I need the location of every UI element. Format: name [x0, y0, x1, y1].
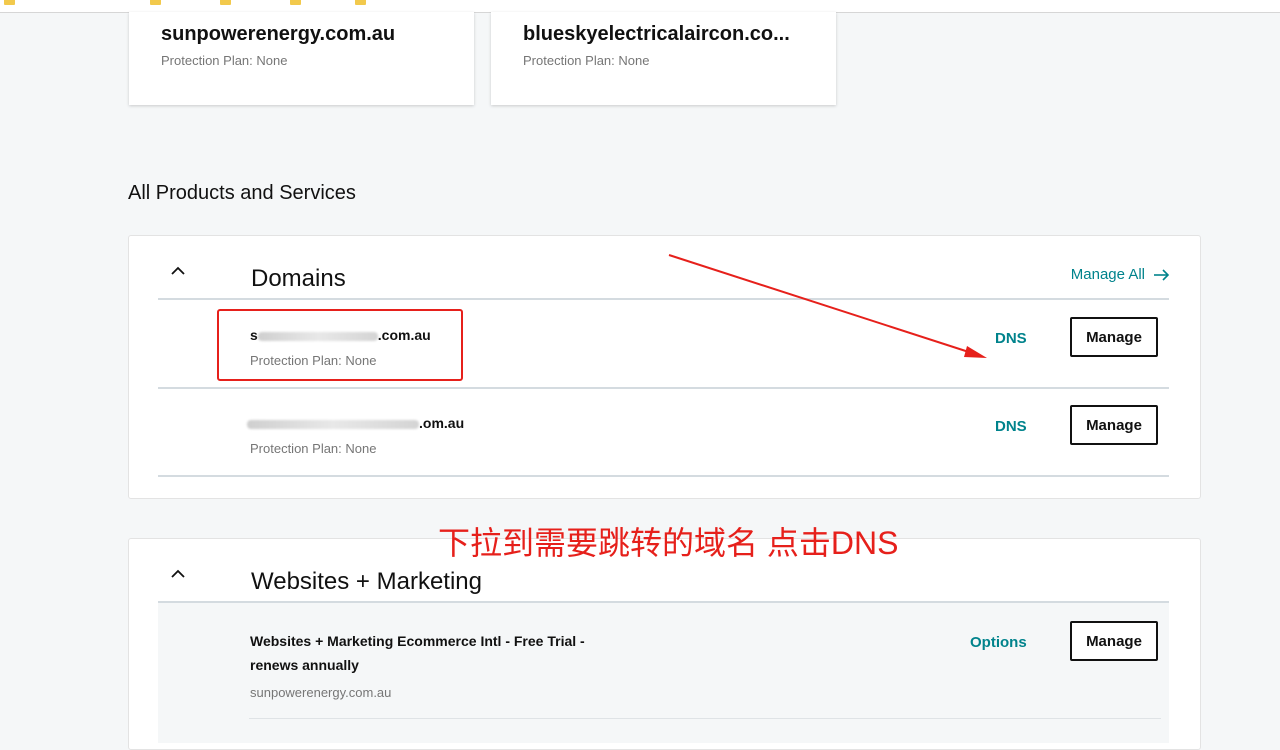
annotation-note: 下拉到需要跳转的域名 点击DNS [438, 525, 899, 561]
annotation-arrow [668, 254, 987, 358]
